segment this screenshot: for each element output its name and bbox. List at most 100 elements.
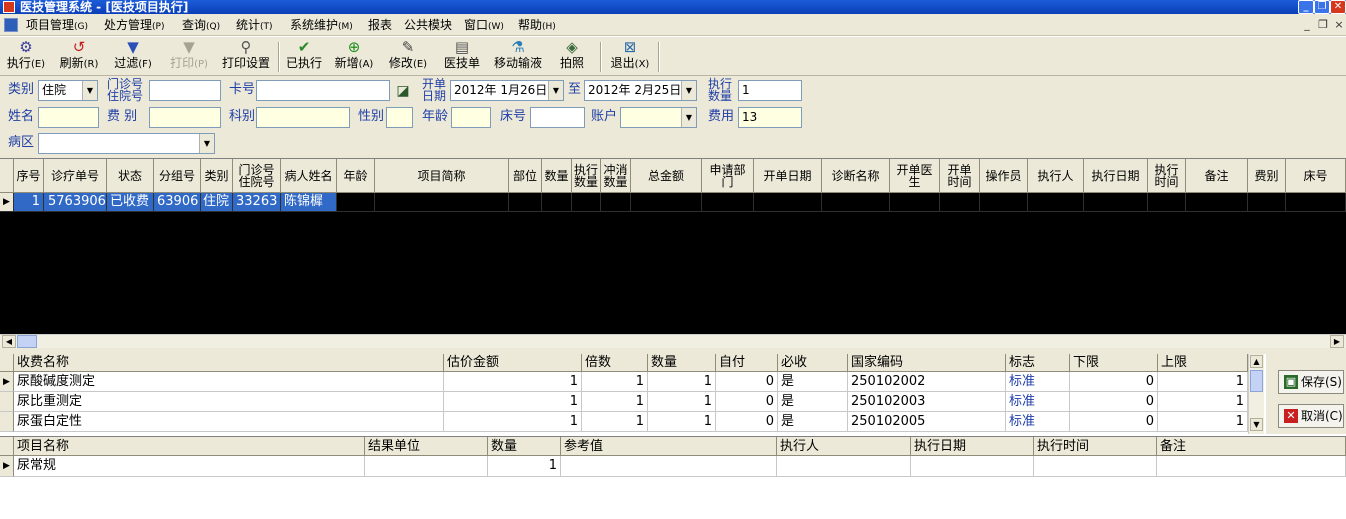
minimize-icon[interactable]: _ (1298, 0, 1314, 14)
cell-remark[interactable] (1186, 193, 1248, 212)
menu-item[interactable]: 报表 (368, 17, 392, 33)
column-header[interactable]: 分组号 (154, 159, 201, 193)
column-header[interactable]: 费别 (1248, 159, 1286, 193)
scroll-left-icon[interactable]: ◀ (2, 335, 16, 348)
horizontal-scrollbar[interactable]: ◀ ▶ (0, 334, 1346, 348)
cell-diagnosis[interactable] (822, 193, 890, 212)
cell-qty[interactable]: 1 (648, 412, 716, 432)
column-header[interactable]: 执行 数量 (572, 159, 601, 193)
cell-charge-name[interactable]: 尿酸碱度测定 (14, 372, 444, 392)
column-header[interactable]: 收费名称 (14, 354, 444, 372)
print-button[interactable]: ▼ 打印(P) (166, 39, 212, 73)
add-button[interactable]: ⊕ 新增(A) (332, 39, 376, 73)
cancel-button[interactable]: ✕ 取消(C) (1278, 404, 1344, 428)
column-header[interactable]: 类别 (201, 159, 233, 193)
vertical-scrollbar[interactable]: ▲ ▼ (1248, 354, 1264, 434)
exit-button[interactable]: ⊠ 退出(X) (608, 39, 652, 73)
fee-input[interactable]: 13 (738, 107, 802, 128)
chevron-down-icon[interactable]: ▼ (199, 134, 214, 153)
cell-self-pay[interactable]: 0 (716, 392, 778, 412)
chevron-down-icon[interactable]: ▼ (548, 81, 563, 100)
menu-item[interactable]: 项目管理(G) (26, 17, 88, 33)
cell-self-pay[interactable]: 0 (716, 372, 778, 392)
cell-site[interactable] (509, 193, 542, 212)
photo-button[interactable]: ◈ 拍照 (556, 39, 588, 73)
column-header[interactable]: 开单日期 (754, 159, 822, 193)
cell-lower[interactable]: 0 (1070, 392, 1158, 412)
cell-reference[interactable] (561, 456, 777, 477)
cell-result-unit[interactable] (365, 456, 488, 477)
cell-inpatient-no[interactable]: 33263 (233, 193, 281, 212)
close-icon[interactable]: ✕ (1330, 0, 1346, 14)
scroll-up-icon[interactable]: ▲ (1250, 355, 1263, 368)
cell-category[interactable]: 住院 (201, 193, 233, 212)
cell-upper[interactable]: 1 (1158, 392, 1248, 412)
cell-exec-date[interactable] (911, 456, 1034, 477)
table-row[interactable]: ▶ 1 5763906 已收费 63906 住院 33263 陈锦樨 (0, 193, 1346, 212)
filter-button[interactable]: ▼ 过滤(F) (110, 39, 156, 73)
cell-patient-name[interactable]: 陈锦樨 (281, 193, 337, 212)
column-header[interactable]: 数量 (648, 354, 716, 372)
card-reader-icon[interactable]: ◪ (393, 81, 413, 101)
column-header[interactable]: 开单医 生 (890, 159, 940, 193)
column-header[interactable]: 备注 (1186, 159, 1248, 193)
column-header[interactable]: 序号 (14, 159, 44, 193)
column-header[interactable]: 执行人 (1028, 159, 1084, 193)
menu-item[interactable]: 帮助(H) (518, 17, 556, 33)
menu-item[interactable]: 统计(T) (236, 17, 273, 33)
cell-item-name[interactable]: 尿常规 (14, 456, 365, 477)
column-header[interactable]: 执行 时间 (1148, 159, 1186, 193)
column-header[interactable]: 门诊号 住院号 (233, 159, 281, 193)
column-header[interactable]: 必收 (778, 354, 848, 372)
column-header[interactable]: 参考值 (561, 437, 777, 456)
column-header[interactable]: 项目名称 (14, 437, 365, 456)
cell-exec-qty[interactable] (572, 193, 601, 212)
column-header[interactable]: 结果单位 (365, 437, 488, 456)
cell-multiple[interactable]: 1 (582, 412, 648, 432)
cell-required[interactable]: 是 (778, 392, 848, 412)
cell-national-code[interactable]: 250102002 (848, 372, 1006, 392)
ward-select[interactable]: ▼ (38, 133, 215, 154)
cell-flag[interactable]: 标准 (1006, 412, 1070, 432)
cell-required[interactable]: 是 (778, 372, 848, 392)
cell-exec-date[interactable] (1084, 193, 1148, 212)
column-header[interactable]: 总金额 (631, 159, 702, 193)
sex-input[interactable] (386, 107, 413, 128)
cell-remark[interactable] (1157, 456, 1346, 477)
scroll-down-icon[interactable]: ▼ (1250, 418, 1263, 431)
chevron-down-icon[interactable]: ▼ (681, 81, 696, 100)
scrollbar-thumb[interactable] (17, 335, 37, 348)
column-header[interactable]: 申请部 门 (702, 159, 754, 193)
cell-exec-time[interactable] (1034, 456, 1157, 477)
medical-slip-button[interactable]: ▤ 医技单 (442, 39, 482, 73)
cell-upper[interactable]: 1 (1158, 372, 1248, 392)
cell-qty[interactable]: 1 (648, 392, 716, 412)
cell-flag[interactable]: 标准 (1006, 392, 1070, 412)
column-header[interactable]: 冲消 数量 (601, 159, 631, 193)
menu-item[interactable]: 查询(Q) (182, 17, 220, 33)
cell-upper[interactable]: 1 (1158, 412, 1248, 432)
chevron-down-icon[interactable]: ▼ (681, 108, 696, 127)
document-icon[interactable] (4, 18, 18, 32)
cell-item-short[interactable] (375, 193, 509, 212)
cell-status[interactable]: 已收费 (107, 193, 154, 212)
scroll-right-icon[interactable]: ▶ (1330, 335, 1344, 348)
column-header[interactable]: 数量 (488, 437, 561, 456)
cell-multiple[interactable]: 1 (582, 372, 648, 392)
restore-icon[interactable]: ❐ (1314, 0, 1330, 14)
column-header[interactable]: 项目简称 (375, 159, 509, 193)
refresh-button[interactable]: ↺ 刷新(R) (56, 39, 102, 73)
menu-item[interactable]: 窗口(W) (464, 17, 504, 33)
category-select[interactable]: 住院 ▼ (38, 80, 98, 101)
cell-estimate[interactable]: 1 (444, 412, 582, 432)
mdi-minimize-icon[interactable]: _ (1300, 18, 1314, 32)
cell-open-date[interactable] (754, 193, 822, 212)
date-from-picker[interactable]: 2012年 1月26日 ▼ (450, 80, 564, 101)
cell-self-pay[interactable]: 0 (716, 412, 778, 432)
cell-executor[interactable] (1028, 193, 1084, 212)
date-to-picker[interactable]: 2012年 2月25日 ▼ (584, 80, 697, 101)
column-header[interactable]: 诊疗单号 (44, 159, 107, 193)
mobile-infusion-button[interactable]: ⚗ 移动输液 (492, 39, 544, 73)
column-header[interactable]: 估价金额 (444, 354, 582, 372)
column-header[interactable]: 备注 (1157, 437, 1346, 456)
